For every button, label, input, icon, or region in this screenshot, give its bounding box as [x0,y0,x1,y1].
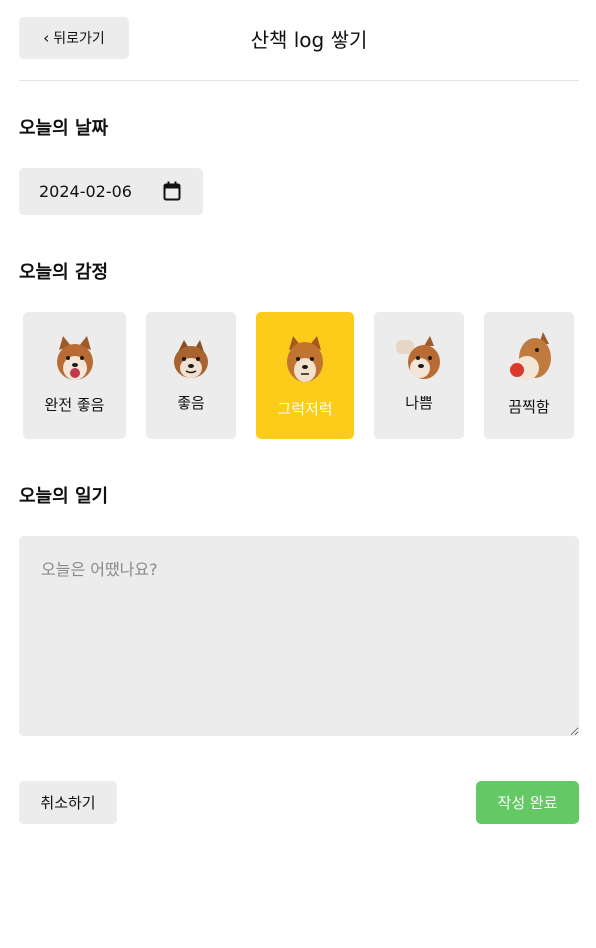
emotion-label: 그럭저럭 [277,400,333,418]
emotion-card-okay[interactable]: 그럭저럭 [256,312,354,439]
page-title: 산책 log 쌓기 [250,28,368,52]
shiba-okay-icon [287,336,323,382]
emotion-card-very-good[interactable]: 완전 좋음 [23,312,126,439]
shiba-happy-icon [56,336,93,380]
date-value: 2024-02-06 [39,182,132,201]
emotion-label: 나쁨 [405,394,433,412]
header: ‹ 뒤로가기 산책 log 쌓기 [19,0,579,81]
calendar-icon[interactable] [163,181,181,201]
submit-button[interactable]: 작성 완료 [476,781,579,824]
back-button-label: 뒤로가기 [53,31,105,47]
shiba-good-icon [174,340,208,378]
emotion-label: 좋음 [177,394,205,412]
chevron-left-icon: ‹ [43,29,50,47]
emotion-label: 끔찍함 [508,398,550,416]
diary-textarea[interactable] [19,536,579,736]
back-button[interactable]: ‹ 뒤로가기 [19,17,129,59]
diary-section-title: 오늘의 일기 [19,486,109,507]
emotion-label: 완전 좋음 [44,396,105,414]
date-input[interactable]: 2024-02-06 [19,168,203,215]
emotion-card-good[interactable]: 좋음 [146,312,236,439]
emotion-card-terrible[interactable]: 끔찍함 [484,312,574,439]
shiba-terrible-icon [510,332,551,380]
date-section-title: 오늘의 날짜 [19,118,109,139]
cancel-button[interactable]: 취소하기 [19,781,117,824]
emotion-card-bad[interactable]: 나쁨 [374,312,464,439]
emotion-section-title: 오늘의 감정 [19,262,109,283]
shiba-bad-icon [396,336,440,379]
